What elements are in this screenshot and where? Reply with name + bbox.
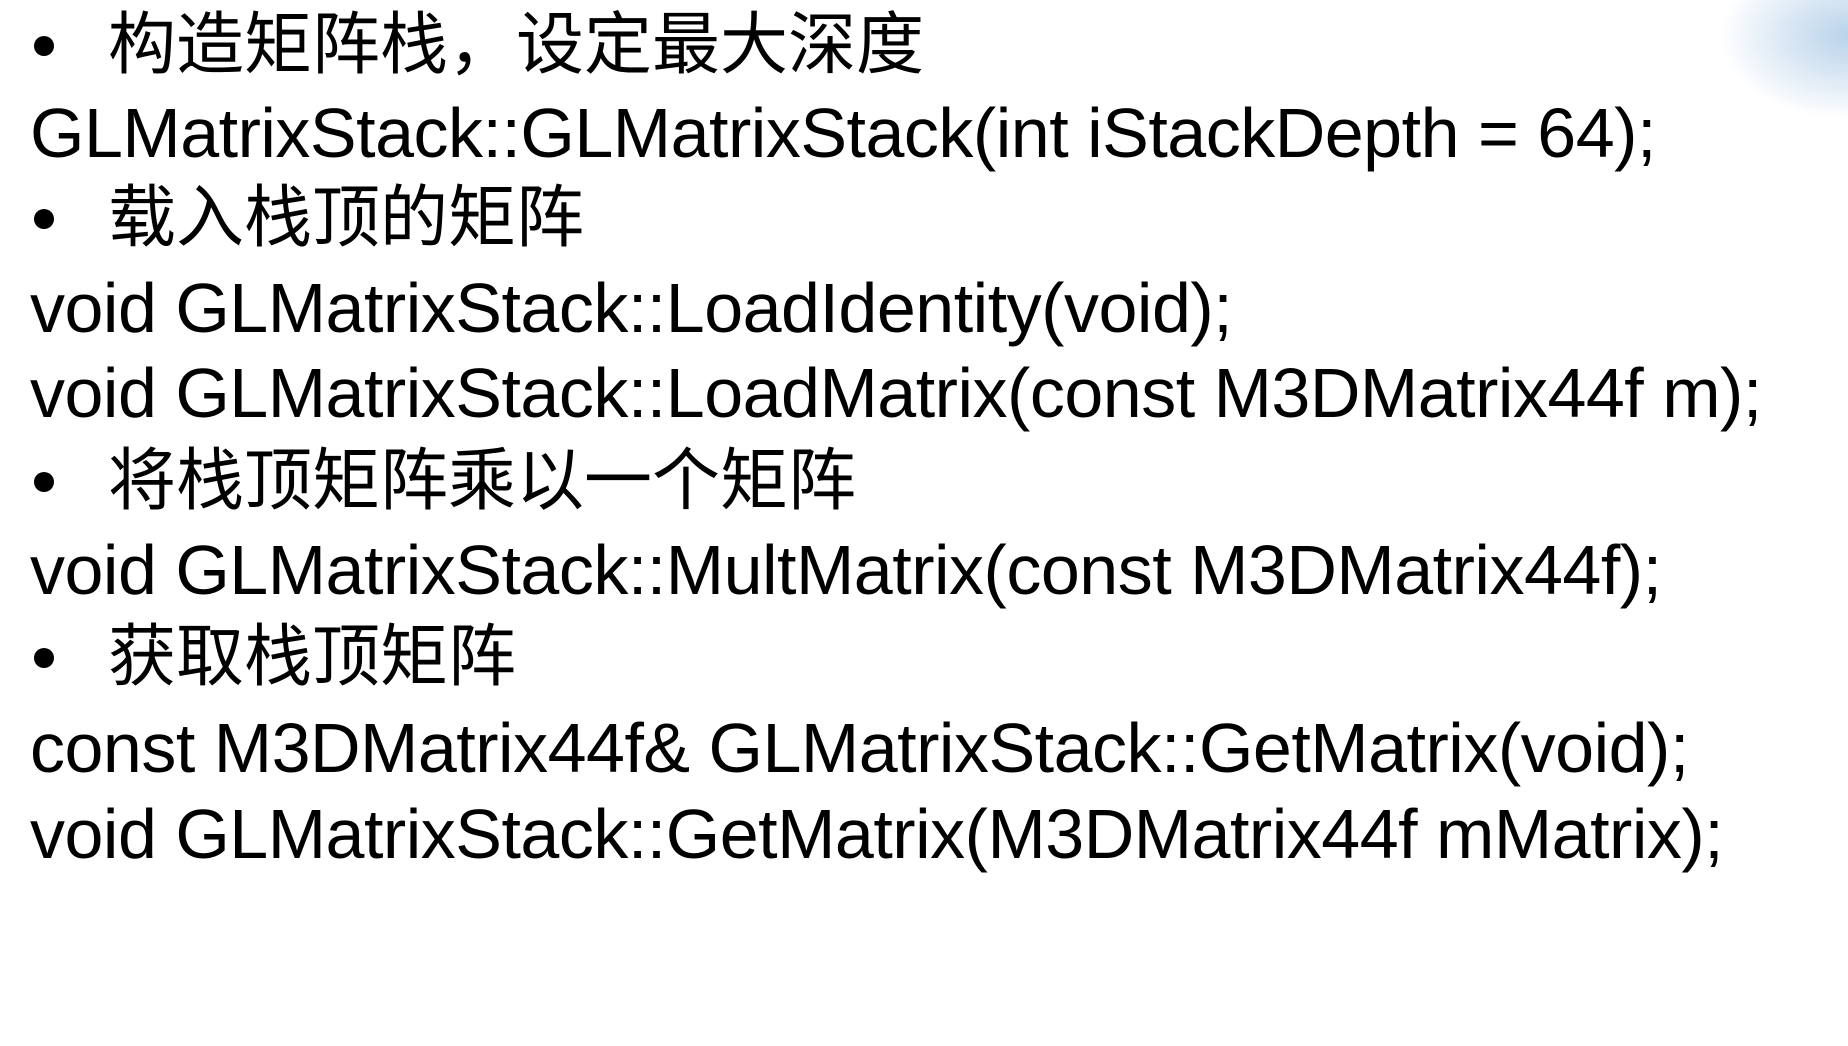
- bullet-dot: [34, 209, 54, 229]
- code-line-load-matrix: void GLMatrixStack::LoadMatrix(const M3D…: [30, 354, 1762, 432]
- bullet-item-get: 获取栈顶矩阵: [30, 624, 516, 692]
- bullet-dot: [34, 648, 54, 668]
- bullet-text: 载入栈顶的矩阵: [108, 179, 585, 258]
- code-line-load-identity: void GLMatrixStack::LoadIdentity(void);: [30, 269, 1233, 347]
- corner-decoration: [1718, 0, 1848, 120]
- bullet-item-load: 载入栈顶的矩阵: [30, 185, 584, 253]
- code-line-mult-matrix: void GLMatrixStack::MultMatrix(const M3D…: [30, 531, 1662, 609]
- code-line-constructor: GLMatrixStack::GLMatrixStack(int iStackD…: [30, 94, 1656, 172]
- bullet-text: 获取栈顶矩阵: [108, 618, 517, 697]
- bullet-dot: [34, 472, 54, 492]
- bullet-item-multiply: 将栈顶矩阵乘以一个矩阵: [30, 448, 856, 516]
- code-line-get-matrix-ref: const M3DMatrix44f& GLMatrixStack::GetMa…: [30, 709, 1689, 787]
- bullet-item-construct: 构造矩阵栈，设定最大深度: [30, 12, 924, 80]
- bullet-text: 将栈顶矩阵乘以一个矩阵: [108, 442, 857, 521]
- bullet-text: 构造矩阵栈，设定最大深度: [108, 6, 925, 85]
- code-line-get-matrix-out: void GLMatrixStack::GetMatrix(M3DMatrix4…: [30, 795, 1724, 873]
- bullet-dot: [34, 36, 54, 56]
